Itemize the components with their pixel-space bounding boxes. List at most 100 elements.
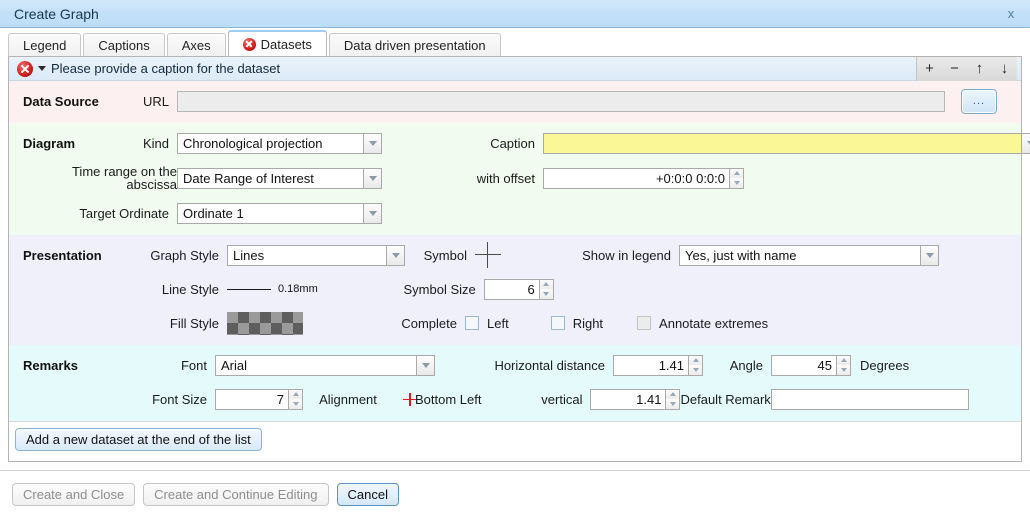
time-range-select[interactable]: Date Range of Interest: [177, 167, 382, 189]
graph-style-select-value: Lines: [227, 244, 386, 266]
font-select-value: Arial: [215, 354, 416, 376]
stepper-down-icon[interactable]: [539, 289, 553, 299]
dataset-header-text: Please provide a caption for the dataset: [51, 61, 281, 76]
dialog-titlebar: Create Graph x: [0, 0, 1030, 28]
horizontal-distance-stepper-arrows[interactable]: [688, 354, 703, 376]
stepper-up-icon[interactable]: [689, 355, 702, 365]
left-checkbox[interactable]: [465, 316, 479, 330]
default-remark-input[interactable]: [770, 388, 969, 410]
angle-label: Angle: [729, 357, 763, 373]
dataset-panel: Please provide a caption for the dataset…: [8, 56, 1030, 462]
time-range-label: Time range on the abscissa: [72, 165, 177, 191]
kind-select[interactable]: Chronological projection: [177, 132, 382, 154]
tab-data-driven-presentation-label: Data driven presentation: [343, 37, 486, 53]
add-dataset-icon[interactable]: +: [917, 57, 942, 81]
stepper-down-icon[interactable]: [837, 365, 850, 375]
line-style-preview[interactable]: 0.18mm: [227, 283, 318, 295]
chevron-down-icon[interactable]: [386, 244, 405, 266]
default-remark-label: Default Remark: [680, 391, 771, 407]
offset-stepper[interactable]: +0:0:0 0:0:0: [543, 167, 744, 189]
graph-style-select[interactable]: Lines: [227, 244, 405, 266]
chevron-down-icon[interactable]: [416, 354, 435, 376]
tab-axes-label: Axes: [181, 37, 211, 53]
target-ordinate-select[interactable]: Ordinate 1: [177, 202, 382, 224]
cancel-button[interactable]: Cancel: [336, 483, 399, 506]
error-icon: [17, 60, 33, 77]
angle-stepper[interactable]: 45: [771, 354, 851, 376]
error-icon: [242, 37, 256, 51]
remarks-section-title: Remarks: [23, 357, 78, 373]
caption-label: Caption: [490, 135, 535, 151]
symbol-preview[interactable]: [475, 242, 501, 268]
chevron-down-icon[interactable]: [363, 202, 382, 224]
font-select[interactable]: Arial: [215, 354, 435, 376]
tab-datasets[interactable]: Datasets: [227, 30, 327, 56]
line-sample: [227, 288, 271, 290]
stepper-up-icon[interactable]: [837, 355, 850, 365]
stepper-up-icon[interactable]: [666, 389, 680, 399]
alignment-value[interactable]: Bottom Left: [403, 392, 481, 407]
data-source-section-title: Data Source: [23, 93, 99, 109]
dialog-title: Create Graph: [14, 5, 99, 22]
chevron-down-icon[interactable]: [363, 167, 382, 189]
stepper-down-icon[interactable]: [730, 178, 743, 188]
url-label: URL: [142, 93, 169, 109]
stepper-down-icon[interactable]: [689, 365, 702, 375]
font-size-input[interactable]: 7: [215, 388, 288, 410]
remove-dataset-icon[interactable]: −: [942, 57, 967, 81]
vertical-stepper[interactable]: 1.41: [590, 388, 681, 410]
section-data-source: Data Source URL ...: [9, 81, 1021, 123]
target-ordinate-label: Target Ordinate: [79, 206, 169, 221]
tab-data-driven-presentation[interactable]: Data driven presentation: [328, 33, 501, 56]
presentation-section-title: Presentation: [23, 247, 102, 263]
complete-label: Complete: [401, 315, 457, 331]
font-label: Font: [180, 357, 207, 373]
right-checkbox[interactable]: [550, 316, 565, 330]
add-dataset-button[interactable]: Add a new dataset at the end of the list: [15, 428, 262, 451]
angle-input[interactable]: 45: [771, 354, 836, 376]
symbol-size-stepper[interactable]: 6: [483, 278, 554, 300]
create-and-continue-editing-button[interactable]: Create and Continue Editing: [143, 483, 329, 506]
move-up-icon[interactable]: ↑: [967, 57, 992, 81]
caption-input[interactable]: [543, 132, 1021, 154]
horizontal-distance-input[interactable]: 1.41: [613, 354, 688, 376]
tab-captions[interactable]: Captions: [83, 33, 165, 56]
fill-style-preview[interactable]: [227, 311, 303, 335]
symbol-size-input[interactable]: 6: [483, 278, 539, 300]
symbol-size-stepper-arrows[interactable]: [538, 278, 554, 300]
alignment-value-text: Bottom Left: [415, 391, 482, 407]
left-label: Left: [487, 315, 509, 331]
cross-marker-icon: [403, 392, 416, 406]
caption-select[interactable]: [543, 132, 1030, 154]
create-and-close-button[interactable]: Create and Close: [12, 483, 136, 506]
chevron-down-icon[interactable]: [38, 66, 46, 71]
angle-stepper-arrows[interactable]: [836, 354, 851, 376]
chevron-down-icon[interactable]: [920, 244, 939, 266]
dataset-toolbar: + − ↑ ↓: [916, 56, 1017, 81]
chevron-down-icon[interactable]: [1021, 132, 1030, 154]
annotate-extremes-label: Annotate extremes: [659, 315, 769, 331]
stepper-up-icon[interactable]: [730, 168, 743, 178]
url-input[interactable]: [177, 90, 945, 112]
vertical-input[interactable]: 1.41: [590, 388, 666, 410]
close-icon[interactable]: x: [1000, 3, 1022, 23]
annotate-extremes-checkbox[interactable]: [637, 316, 652, 330]
offset-input[interactable]: +0:0:0 0:0:0: [543, 167, 729, 189]
stepper-down-icon[interactable]: [666, 399, 680, 409]
font-size-stepper[interactable]: 7: [215, 388, 303, 410]
vertical-stepper-arrows[interactable]: [665, 388, 681, 410]
section-presentation: Presentation Graph Style Lines Symbol Sh…: [9, 235, 1021, 345]
font-size-stepper-arrows[interactable]: [288, 388, 303, 410]
stepper-up-icon[interactable]: [289, 389, 302, 399]
tab-axes[interactable]: Axes: [166, 33, 226, 56]
move-down-icon[interactable]: ↓: [992, 57, 1017, 81]
stepper-down-icon[interactable]: [289, 399, 302, 409]
stepper-up-icon[interactable]: [539, 279, 553, 289]
tab-legend[interactable]: Legend: [8, 33, 82, 56]
browse-button[interactable]: ...: [961, 88, 997, 114]
chevron-down-icon[interactable]: [363, 132, 382, 154]
show-in-legend-select[interactable]: Yes, just with name: [679, 244, 939, 266]
dataset-validation-message: Please provide a caption for the dataset: [17, 60, 281, 77]
offset-stepper-arrows[interactable]: [729, 167, 744, 189]
horizontal-distance-stepper[interactable]: 1.41: [613, 354, 703, 376]
